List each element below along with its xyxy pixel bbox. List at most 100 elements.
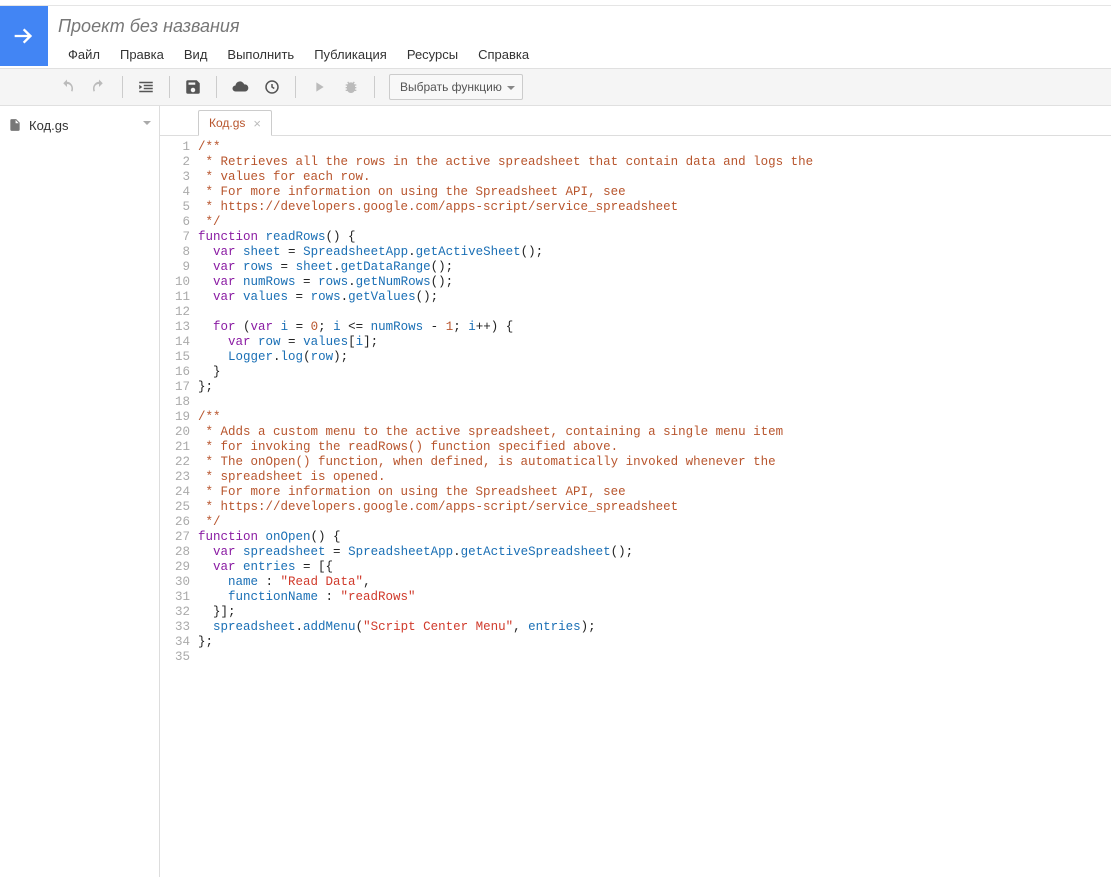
code-line[interactable]: for (var i = 0; i <= numRows - 1; i++) { [198,320,1111,335]
code-line[interactable]: spreadsheet.addMenu("Script Center Menu"… [198,620,1111,635]
redo-button[interactable] [84,73,114,101]
code-area[interactable]: /** * Retrieves all the rows in the acti… [198,140,1111,877]
code-line[interactable]: * The onOpen() function, when defined, i… [198,455,1111,470]
code-line[interactable]: /** [198,140,1111,155]
code-line[interactable]: /** [198,410,1111,425]
sidebar-file-label: Код.gs [29,118,68,133]
function-select-label: Выбрать функцию [400,80,502,94]
chevron-down-icon[interactable] [143,121,151,129]
editor-tab[interactable]: Код.gs × [198,110,272,136]
line-number: 10 [160,275,190,290]
line-number: 2 [160,155,190,170]
code-line[interactable] [198,305,1111,320]
line-number: 8 [160,245,190,260]
line-number: 17 [160,380,190,395]
code-line[interactable]: * Adds a custom menu to the active sprea… [198,425,1111,440]
line-number: 30 [160,575,190,590]
code-line[interactable]: var entries = [{ [198,560,1111,575]
code-line[interactable]: var spreadsheet = SpreadsheetApp.getActi… [198,545,1111,560]
line-number: 28 [160,545,190,560]
line-number: 4 [160,185,190,200]
code-line[interactable]: * For more information on using the Spre… [198,185,1111,200]
project-title[interactable]: Проект без названия [58,14,1101,43]
arrow-right-icon [10,22,38,50]
menu-item-файл[interactable]: Файл [58,43,110,68]
code-line[interactable]: var rows = sheet.getDataRange(); [198,260,1111,275]
code-line[interactable]: * spreadsheet is opened. [198,470,1111,485]
menu-item-публикация[interactable]: Публикация [304,43,397,68]
line-gutter: 1234567891011121314151617181920212223242… [160,140,198,877]
close-icon[interactable]: × [253,116,261,131]
sidebar-file-item[interactable]: Код.gs [0,112,159,138]
code-line[interactable]: }; [198,635,1111,650]
code-line[interactable]: } [198,365,1111,380]
line-number: 23 [160,470,190,485]
line-number: 12 [160,305,190,320]
menu-item-выполнить[interactable]: Выполнить [217,43,304,68]
code-editor[interactable]: 1234567891011121314151617181920212223242… [160,136,1111,877]
sidebar: Код.gs [0,106,160,877]
code-line[interactable]: * values for each row. [198,170,1111,185]
clock-icon [263,78,281,96]
line-number: 5 [160,200,190,215]
line-number: 3 [160,170,190,185]
line-number: 20 [160,425,190,440]
code-line[interactable] [198,650,1111,665]
file-icon [8,117,22,133]
menu-item-справка[interactable]: Справка [468,43,539,68]
line-number: 19 [160,410,190,425]
cloud-icon [231,78,249,96]
undo-icon [58,78,76,96]
body: Код.gs Код.gs × 123456789101112131415161… [0,106,1111,877]
play-icon [311,79,327,95]
code-line[interactable]: */ [198,215,1111,230]
code-line[interactable]: }]; [198,605,1111,620]
code-line[interactable]: functionName : "readRows" [198,590,1111,605]
indent-icon [137,78,155,96]
line-number: 29 [160,560,190,575]
triggers-button[interactable] [257,73,287,101]
save-icon [184,78,202,96]
line-number: 18 [160,395,190,410]
save-button[interactable] [178,73,208,101]
function-select[interactable]: Выбрать функцию [389,74,523,100]
code-line[interactable]: */ [198,515,1111,530]
line-number: 33 [160,620,190,635]
menu-item-правка[interactable]: Правка [110,43,174,68]
code-line[interactable]: * Retrieves all the rows in the active s… [198,155,1111,170]
code-line[interactable]: var numRows = rows.getNumRows(); [198,275,1111,290]
app-logo[interactable] [0,6,48,66]
code-line[interactable]: function onOpen() { [198,530,1111,545]
code-line[interactable]: var row = values[i]; [198,335,1111,350]
code-line[interactable]: * https://developers.google.com/apps-scr… [198,500,1111,515]
line-number: 34 [160,635,190,650]
code-line[interactable]: * For more information on using the Spre… [198,485,1111,500]
code-line[interactable]: Logger.log(row); [198,350,1111,365]
line-number: 21 [160,440,190,455]
deploy-button[interactable] [225,73,255,101]
indent-button[interactable] [131,73,161,101]
line-number: 11 [160,290,190,305]
code-line[interactable]: function readRows() { [198,230,1111,245]
code-line[interactable] [198,395,1111,410]
toolbar: Выбрать функцию [0,68,1111,106]
code-line[interactable]: * for invoking the readRows() function s… [198,440,1111,455]
run-button[interactable] [304,73,334,101]
code-line[interactable]: var sheet = SpreadsheetApp.getActiveShee… [198,245,1111,260]
bug-icon [343,79,359,95]
code-line[interactable]: name : "Read Data", [198,575,1111,590]
line-number: 27 [160,530,190,545]
menu-item-вид[interactable]: Вид [174,43,218,68]
debug-button[interactable] [336,73,366,101]
code-line[interactable]: * https://developers.google.com/apps-scr… [198,200,1111,215]
line-number: 22 [160,455,190,470]
line-number: 6 [160,215,190,230]
toolbar-separator [216,76,217,98]
code-line[interactable]: var values = rows.getValues(); [198,290,1111,305]
line-number: 32 [160,605,190,620]
menu-item-ресурсы[interactable]: Ресурсы [397,43,468,68]
code-line[interactable]: }; [198,380,1111,395]
line-number: 15 [160,350,190,365]
line-number: 7 [160,230,190,245]
undo-button[interactable] [52,73,82,101]
